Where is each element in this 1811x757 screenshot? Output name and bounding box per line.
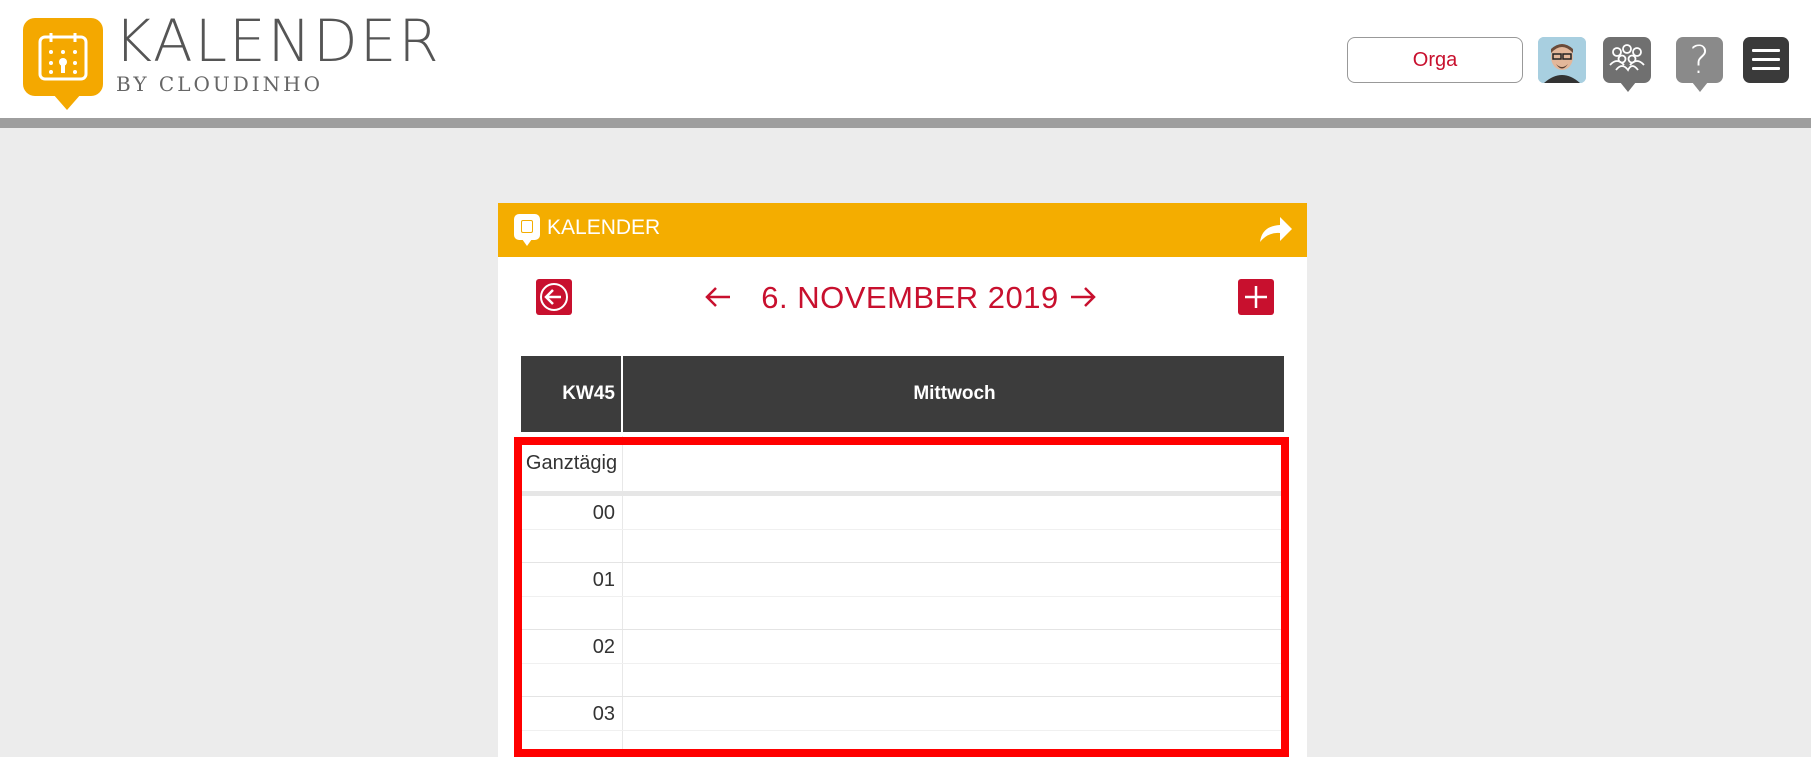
current-date[interactable]: 6. NOVEMBER 2019 bbox=[760, 279, 1060, 316]
calendar-widget-title: KALENDER bbox=[547, 216, 661, 239]
brand-subtitle: BY CLOUDINHO bbox=[116, 72, 324, 96]
week-number: KW45 bbox=[521, 356, 623, 432]
calendar-mini-icon bbox=[514, 214, 540, 246]
help-icon[interactable]: ? bbox=[1676, 37, 1723, 92]
team-icon[interactable] bbox=[1603, 37, 1651, 92]
highlight-frame-bottom bbox=[514, 749, 1289, 757]
previous-day-arrow-icon[interactable] bbox=[703, 282, 733, 312]
next-day-arrow-icon[interactable] bbox=[1068, 282, 1098, 312]
highlight-frame bbox=[514, 437, 1289, 757]
menu-icon[interactable] bbox=[1743, 37, 1789, 83]
calendar-logo-icon[interactable] bbox=[23, 18, 103, 110]
add-event-button[interactable] bbox=[1238, 279, 1274, 315]
top-header: KALENDER BY CLOUDINHO Orga ? bbox=[0, 0, 1811, 128]
weekday-header: Mittwoch bbox=[913, 383, 996, 404]
orga-button[interactable]: Orga bbox=[1347, 37, 1523, 83]
back-button[interactable] bbox=[536, 279, 572, 315]
brand-title: KALENDER bbox=[114, 7, 441, 75]
calendar-table-header: KW45 Mittwoch bbox=[521, 356, 1284, 432]
share-icon[interactable] bbox=[1258, 214, 1294, 244]
calendar-widget-header: KALENDER bbox=[498, 203, 1307, 257]
avatar[interactable] bbox=[1538, 37, 1586, 83]
